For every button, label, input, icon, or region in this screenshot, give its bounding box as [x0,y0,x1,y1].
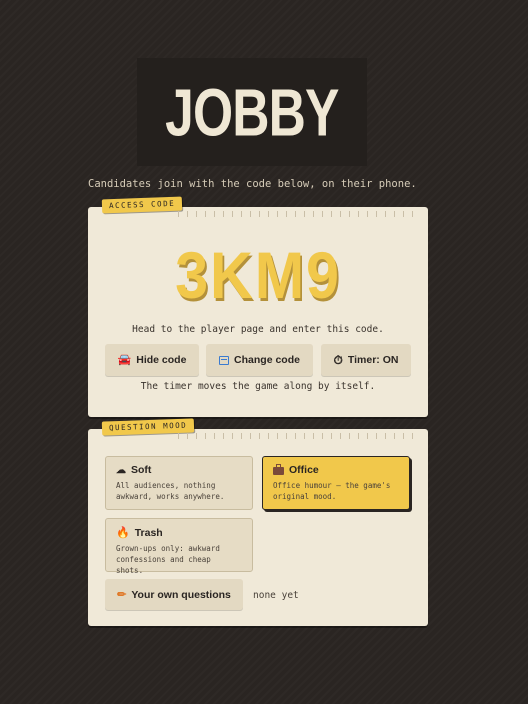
own-questions-status: none yet [253,590,299,601]
mood-option-label: Office [289,464,319,476]
logo-panel: JOBBY [137,58,367,166]
stopwatch-icon: ⏱ [333,353,343,367]
mood-option-label: Trash [134,526,163,539]
access-code-hint: Head to the player page and enter this c… [132,324,384,335]
access-code: 3KM9 [175,238,341,312]
mood-option-header: Office [273,463,399,476]
mood-option-description: Office humour — the game's original mood… [273,481,391,501]
pencil-icon: ✏ [117,589,127,601]
mood-option-label: Soft [131,464,152,476]
access-code-card: ACCESS CODE 3KM9 Head to the player page… [88,196,428,417]
change-code-label: Change code [234,354,300,366]
mood-option-header: ☁ Soft [116,464,242,476]
join-instructions: Candidates join with the code below, on … [88,178,417,190]
hide-code-button[interactable]: 🚘 Hide code [105,344,199,376]
timer-note: The timer moves the game along by itself… [140,381,376,392]
own-questions-label: Your own questions [131,588,231,601]
cloud-icon: ☁ [116,464,126,476]
car-icon: 🚘 [117,353,132,366]
question-mood-card: QUESTION MOOD ☁ Soft All audiences, noth… [88,418,428,626]
hide-code-label: Hide code [136,354,187,366]
briefcase-icon [273,463,284,475]
mood-option-description: Grown-ups only: awkward confessions and … [116,544,220,575]
mood-option-description: All audiences, nothing awkward, works an… [116,481,225,501]
card-ruler-decoration [178,211,420,217]
mood-option-trash[interactable]: 🔥 Trash Grown-ups only: awkward confessi… [105,518,253,575]
fire-icon: 🔥 [116,527,130,539]
access-code-tag: ACCESS CODE [101,196,183,214]
mood-option-office[interactable]: Office Office humour — the game's origin… [262,456,410,510]
change-code-button[interactable]: Change code [206,344,313,376]
timer-toggle-label: Timer: ON [347,354,399,366]
timer-toggle-button[interactable]: ⏱ Timer: ON [321,344,411,376]
mood-option-header: 🔥 Trash [116,526,242,540]
card-ruler-decoration [178,433,420,439]
own-questions-button[interactable]: ✏ Your own questions [105,579,243,610]
mood-option-soft[interactable]: ☁ Soft All audiences, nothing awkward, w… [105,456,253,510]
refresh-code-icon [219,355,230,365]
app-logo: JOBBY [165,74,339,150]
